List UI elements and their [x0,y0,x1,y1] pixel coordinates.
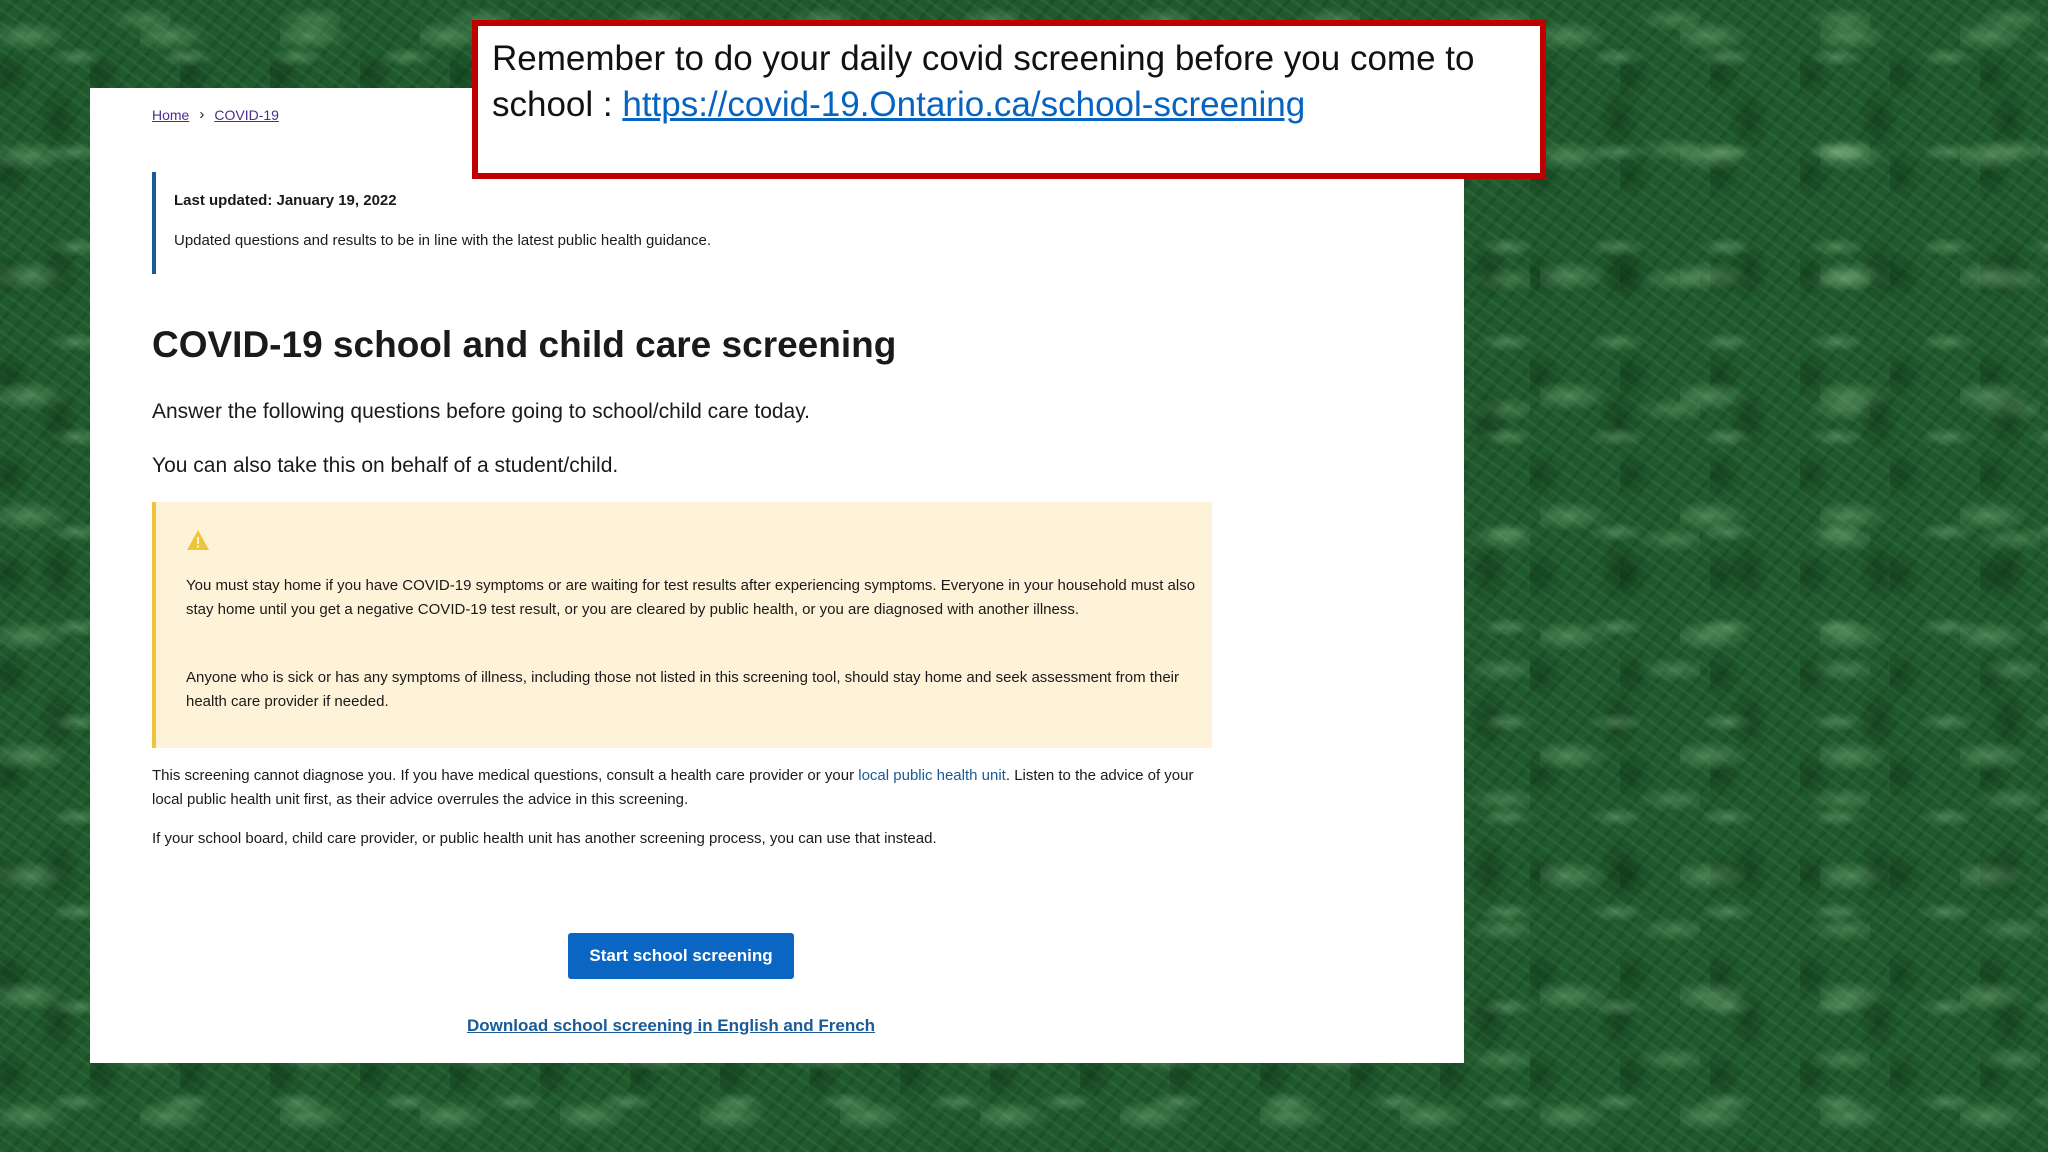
page-title: COVID-19 school and child care screening [152,324,897,365]
chevron-right-icon: › [199,106,205,123]
start-school-screening-button[interactable]: Start school screening [568,933,794,979]
last-updated-note: Updated questions and results to be in l… [174,232,712,249]
last-updated-date: Last updated: January 19, 2022 [174,192,397,209]
school-screening-url-link[interactable]: https://covid-19.Ontario.ca/school-scree… [622,85,1305,124]
breadcrumb-home-link[interactable]: Home [152,107,189,123]
alternate-process-text: If your school board, child care provide… [152,830,937,847]
intro-instructions: Answer the following questions before go… [152,400,811,423]
intro-behalf-note: You can also take this on behalf of a st… [152,454,619,477]
local-public-health-unit-link[interactable]: local public health unit [858,767,1006,784]
disclaimer-before: This screening cannot diagnose you. If y… [152,767,859,784]
reminder-callout: Remember to do your daily covid screenin… [472,20,1546,179]
screening-page: Home › COVID-19 Last updated: January 19… [90,88,1464,1063]
disclaimer-text: This screening cannot diagnose you. If y… [152,764,1218,812]
breadcrumb: Home › COVID-19 [152,106,279,123]
alert-sick-text: Anyone who is sick or has any symptoms o… [186,669,1179,710]
breadcrumb-covid-link[interactable]: COVID-19 [214,107,279,123]
alert-stay-home-text: You must stay home if you have COVID-19 … [186,577,1196,618]
last-updated-box: Last updated: January 19, 2022 Updated q… [152,172,852,274]
warning-alert: You must stay home if you have COVID-19 … [152,502,1212,748]
download-screening-link[interactable]: Download school screening in English and… [467,1016,875,1036]
warning-triangle-icon [187,530,209,550]
